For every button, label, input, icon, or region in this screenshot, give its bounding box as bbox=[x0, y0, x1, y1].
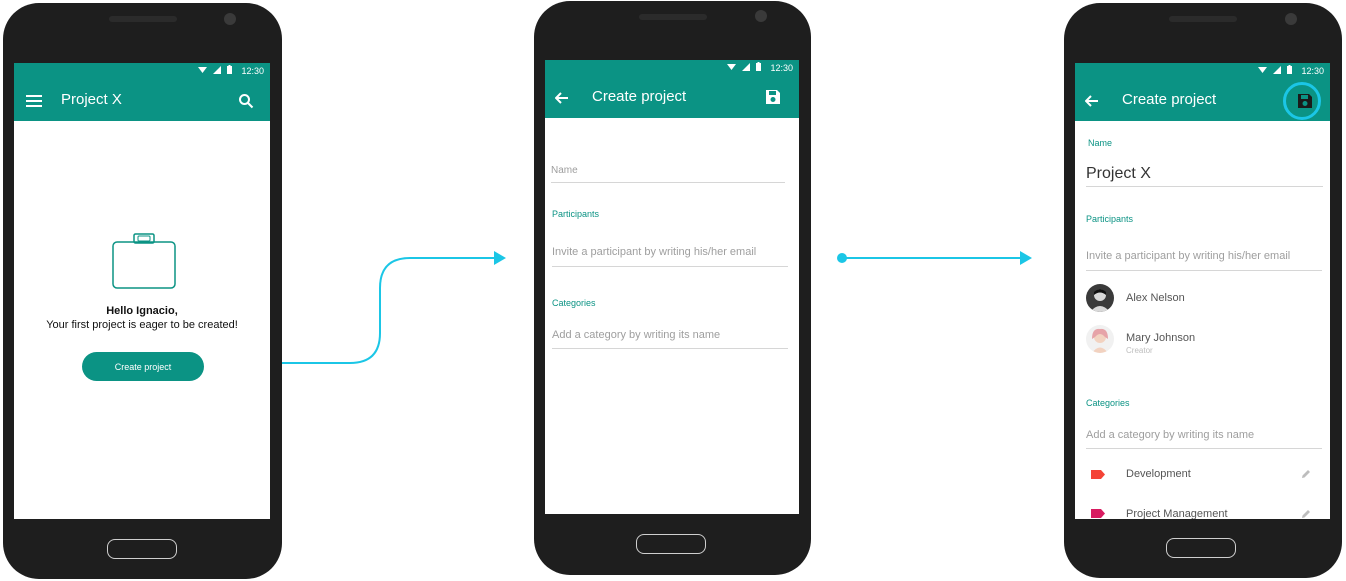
briefcase-icon bbox=[112, 233, 176, 289]
participants-label: Participants bbox=[1086, 214, 1134, 224]
status-icons bbox=[1258, 65, 1292, 74]
participants-label: Participants bbox=[552, 209, 600, 219]
phone-speaker bbox=[639, 14, 707, 20]
wifi-icon bbox=[1258, 66, 1267, 73]
app-title: Project X bbox=[61, 91, 122, 108]
participants-placeholder: Invite a participant by writing his/her … bbox=[552, 246, 757, 258]
save-highlight-ring bbox=[1283, 82, 1321, 120]
battery-icon bbox=[227, 65, 232, 74]
screen-title: Create project bbox=[592, 88, 687, 105]
edit-pencil-icon[interactable] bbox=[1301, 509, 1311, 519]
status-time: 12:30 bbox=[1301, 66, 1324, 76]
back-arrow-icon[interactable] bbox=[550, 86, 574, 110]
app-bar: Create project bbox=[545, 77, 799, 118]
name-input[interactable]: Name bbox=[551, 164, 785, 183]
back-arrow-icon[interactable] bbox=[1080, 89, 1104, 113]
app-bar: Create project bbox=[1075, 80, 1330, 121]
phone-camera bbox=[755, 10, 767, 22]
categories-input[interactable]: Add a category by writing its name bbox=[1086, 429, 1322, 449]
categories-input[interactable]: Add a category by writing its name bbox=[552, 329, 788, 349]
participants-input[interactable]: Invite a participant by writing his/her … bbox=[552, 246, 788, 267]
categories-label: Categories bbox=[552, 298, 596, 308]
home-button[interactable] bbox=[107, 539, 177, 559]
participant-name: Alex Nelson bbox=[1126, 292, 1185, 304]
create-project-button-label: Create project bbox=[114, 361, 172, 372]
status-icons bbox=[198, 65, 232, 74]
avatar bbox=[1086, 325, 1114, 353]
signal-icon bbox=[742, 62, 750, 71]
categories-placeholder: Add a category by writing its name bbox=[552, 329, 721, 341]
status-time: 12:30 bbox=[770, 63, 793, 73]
flow-arrow-2-head bbox=[1020, 251, 1032, 265]
phone-2: 12:30 Create project Name Participants I… bbox=[534, 1, 811, 575]
battery-icon bbox=[756, 62, 761, 71]
phone-speaker bbox=[1169, 16, 1237, 22]
name-label: Name bbox=[1088, 138, 1113, 148]
status-time: 12:30 bbox=[241, 66, 264, 76]
home-button[interactable] bbox=[636, 534, 706, 554]
label-tag-icon bbox=[1091, 509, 1105, 518]
name-placeholder: Name bbox=[551, 165, 578, 176]
flow-arrow-1-head bbox=[494, 251, 506, 265]
status-icons bbox=[727, 62, 761, 71]
screen-3: 12:30 Create project Name Project X Part… bbox=[1075, 63, 1330, 519]
screen-2: 12:30 Create project Name Participants I… bbox=[545, 60, 799, 514]
wifi-icon bbox=[198, 66, 207, 73]
participants-placeholder: Invite a participant by writing his/her … bbox=[1086, 250, 1291, 262]
menu-icon[interactable] bbox=[22, 89, 46, 113]
welcome-message: Your first project is eager to be create… bbox=[46, 319, 238, 331]
name-value: Project X bbox=[1086, 165, 1151, 182]
edit-pencil-icon[interactable] bbox=[1301, 469, 1311, 479]
wifi-icon bbox=[727, 63, 736, 70]
signal-icon bbox=[213, 65, 221, 74]
status-bar: 12:30 bbox=[14, 63, 270, 80]
home-button[interactable] bbox=[1166, 538, 1236, 558]
status-bar: 12:30 bbox=[1075, 63, 1330, 80]
battery-icon bbox=[1287, 65, 1292, 74]
create-project-button[interactable]: Create project bbox=[82, 352, 204, 381]
phone-1: 12:30 Project X Hello Ignacio, Your firs… bbox=[3, 3, 282, 579]
status-bar: 12:30 bbox=[545, 60, 799, 77]
participant-name: Mary Johnson bbox=[1126, 332, 1196, 344]
categories-placeholder: Add a category by writing its name bbox=[1086, 429, 1255, 441]
search-icon[interactable] bbox=[234, 89, 258, 113]
screen-title: Create project bbox=[1122, 91, 1217, 108]
category-name: Development bbox=[1126, 468, 1191, 480]
app-bar: Project X bbox=[14, 80, 270, 121]
signal-icon bbox=[1273, 65, 1281, 74]
avatar bbox=[1086, 284, 1114, 312]
phone-camera bbox=[1285, 13, 1297, 25]
phone-camera bbox=[224, 13, 236, 25]
screen-1: 12:30 Project X Hello Ignacio, Your firs… bbox=[14, 63, 270, 519]
label-tag-icon bbox=[1091, 470, 1105, 479]
participants-input[interactable]: Invite a participant by writing his/her … bbox=[1086, 250, 1322, 271]
name-input[interactable]: Project X bbox=[1086, 165, 1323, 187]
greeting: Hello Ignacio, bbox=[106, 305, 178, 317]
flow-arrow-2-start bbox=[837, 253, 847, 263]
phone-3: 12:30 Create project Name Project X Part… bbox=[1064, 3, 1342, 578]
categories-label: Categories bbox=[1086, 398, 1130, 408]
phone-speaker bbox=[109, 16, 177, 22]
category-name: Project Management bbox=[1126, 508, 1228, 519]
participant-role: Creator bbox=[1126, 346, 1153, 355]
save-icon[interactable] bbox=[761, 85, 785, 109]
